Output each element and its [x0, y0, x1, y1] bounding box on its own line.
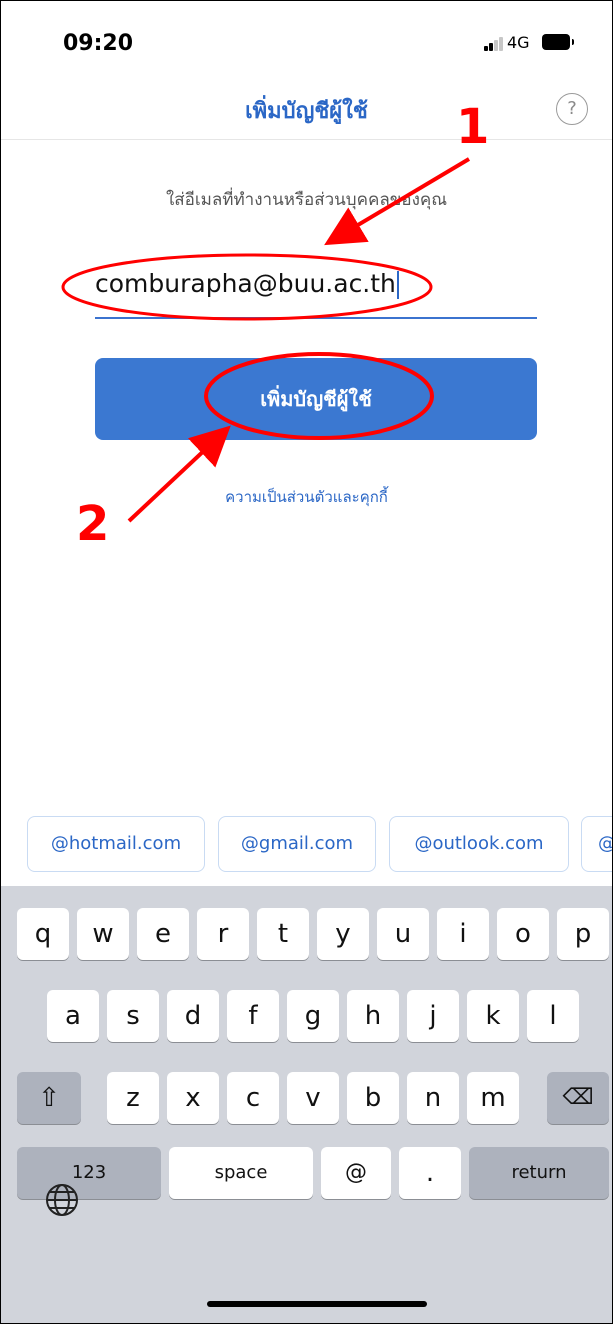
button-highlight-ellipse: [204, 352, 434, 440]
annotation-number-2: 2: [76, 496, 110, 552]
annotation-number-1: 1: [456, 99, 490, 155]
arrow-step1: [324, 157, 471, 246]
email-highlight-ellipse: [61, 253, 433, 321]
phone-screen: 09:20 4G เพิ่มบัญชีผู้ใช้ ? ใส่อีเมลที่ท…: [0, 0, 613, 1324]
annotation-overlay: [61, 157, 471, 523]
arrow-step2: [127, 425, 231, 523]
